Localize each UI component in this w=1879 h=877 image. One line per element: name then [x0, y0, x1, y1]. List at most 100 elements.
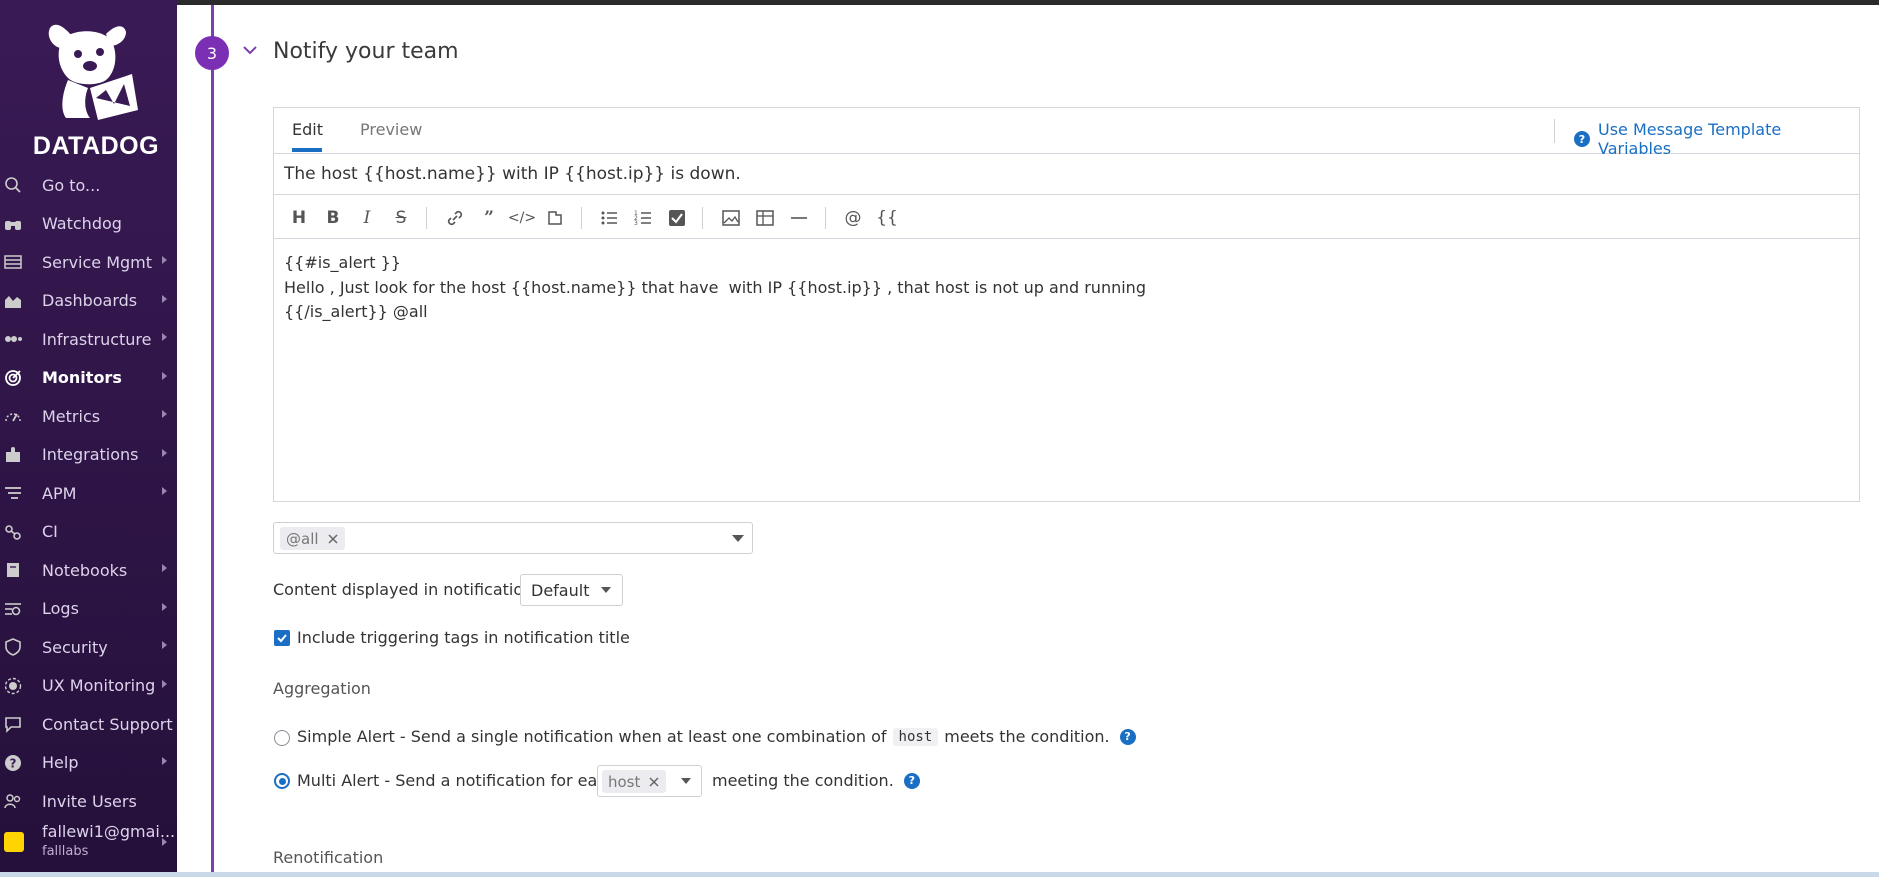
- chevron-right-icon: [162, 487, 167, 495]
- sidebar-item-label: Invite Users: [42, 791, 137, 811]
- image-icon[interactable]: [720, 207, 742, 229]
- sidebar-item-label: APM: [42, 483, 77, 503]
- toolbar-divider: [702, 207, 703, 229]
- user-org: falllabs: [42, 844, 89, 859]
- recipient-chip: @all: [280, 527, 345, 550]
- chevron-right-icon: [162, 564, 167, 572]
- active-tab-indicator: [292, 148, 322, 152]
- sidebar-item-apm[interactable]: APM: [0, 474, 177, 513]
- content-display-select[interactable]: Default: [520, 574, 623, 606]
- horizontal-rule-icon[interactable]: [788, 207, 810, 229]
- numbered-list-icon[interactable]: 123: [632, 207, 654, 229]
- chevron-right-icon: [162, 756, 167, 765]
- italic-icon[interactable]: I: [356, 207, 378, 229]
- sidebar-item-service-mgmt[interactable]: Service Mgmt: [0, 243, 177, 282]
- chevron-right-icon: [162, 448, 167, 457]
- sidebar-item-label: Notebooks: [42, 560, 128, 580]
- sidebar-item-ux-monitoring[interactable]: UX Monitoring: [0, 667, 177, 706]
- close-icon[interactable]: [648, 776, 660, 788]
- bold-icon[interactable]: B: [322, 207, 344, 229]
- group-chip: host: [602, 770, 667, 793]
- sidebar-item-watchdog[interactable]: Watchdog: [0, 205, 177, 244]
- chevron-right-icon: [162, 410, 167, 418]
- help-circle-icon[interactable]: ?: [903, 772, 920, 789]
- sidebar-item-integrations[interactable]: Integrations: [0, 436, 177, 475]
- template-variable-icon[interactable]: {{: [876, 207, 898, 229]
- recipient-chip-label: @all: [286, 529, 319, 548]
- puzzle-icon: [4, 446, 22, 464]
- notification-title-input[interactable]: The host {{host.name}} with IP {{host.ip…: [274, 154, 1859, 195]
- multi-alert-prefix: Multi Alert - Send a notification for ea…: [297, 771, 617, 790]
- include-tags-checkbox[interactable]: [274, 630, 290, 646]
- sidebar-item-label: Logs: [42, 599, 79, 619]
- sidebar-item-label: Dashboards: [42, 291, 138, 311]
- multi-alert-radio[interactable]: [274, 773, 290, 789]
- chevron-down-icon[interactable]: [732, 535, 744, 542]
- datadog-logo[interactable]: DATADOG: [14, 14, 164, 160]
- sidebar-item-notebooks[interactable]: Notebooks: [0, 551, 177, 590]
- divider: [1554, 119, 1555, 143]
- multi-alert-group-select[interactable]: host: [597, 765, 702, 797]
- binoculars-icon: [4, 215, 22, 233]
- code-icon[interactable]: </>: [508, 207, 536, 229]
- sidebar-item-goto[interactable]: Go to...: [0, 166, 177, 205]
- recipients-select[interactable]: @all: [273, 522, 753, 554]
- mention-icon[interactable]: @: [842, 207, 864, 229]
- multi-alert-suffix: meeting the condition.: [712, 771, 894, 790]
- checklist-icon[interactable]: [666, 207, 688, 229]
- sidebar-item-metrics[interactable]: Metrics: [0, 397, 177, 436]
- user-menu[interactable]: fallewi1@gmai... falllabs: [0, 820, 177, 870]
- quote-icon[interactable]: ”: [478, 207, 500, 229]
- logs-icon: [4, 600, 22, 618]
- renotification-heading: Renotification: [273, 848, 384, 867]
- template-variables-link[interactable]: ? Use Message Template Variables: [1574, 120, 1859, 158]
- sidebar-item-help[interactable]: ? Help: [0, 744, 177, 783]
- code-block-icon[interactable]: [544, 207, 566, 229]
- help-circle-icon[interactable]: ?: [1119, 728, 1136, 745]
- check-icon: [277, 634, 287, 643]
- include-tags-label: Include triggering tags in notification …: [297, 628, 630, 647]
- bullet-list-icon[interactable]: [598, 207, 620, 229]
- sidebar-nav: Go to... Watchdog Service Mgmt Dashboard…: [0, 166, 177, 821]
- strikethrough-icon[interactable]: S: [390, 207, 412, 229]
- logo-text: DATADOG: [32, 132, 160, 160]
- body-line: Hello , Just look for the host {{host.na…: [284, 277, 1146, 297]
- dog-logo-icon: [48, 24, 138, 120]
- sidebar-item-label: Integrations: [42, 445, 139, 465]
- link-icon[interactable]: [444, 207, 466, 229]
- users-icon: [4, 792, 22, 810]
- sidebar-item-label: Security: [42, 637, 108, 657]
- tab-edit[interactable]: Edit: [292, 120, 323, 139]
- simple-alert-label: Simple Alert - Send a single notificatio…: [297, 727, 1136, 746]
- table-icon[interactable]: [754, 207, 776, 229]
- sidebar-item-monitors[interactable]: Monitors: [0, 359, 177, 398]
- sidebar-item-infrastructure[interactable]: Infrastructure: [0, 320, 177, 359]
- chevron-down-icon: [681, 778, 691, 784]
- shield-icon: [4, 638, 22, 656]
- user-email: fallewi1@gmai...: [42, 822, 176, 841]
- simple-alert-radio[interactable]: [274, 730, 290, 746]
- chevron-down-icon[interactable]: [242, 44, 258, 56]
- sidebar-item-invite-users[interactable]: Invite Users: [0, 782, 177, 821]
- sidebar: DATADOG Go to... Watchdog Service Mgmt D…: [0, 0, 177, 877]
- toolbar-divider: [825, 207, 826, 229]
- sidebar-item-label: UX Monitoring: [42, 676, 156, 696]
- content-display-value: Default: [531, 581, 590, 600]
- chevron-right-icon: [162, 838, 167, 846]
- template-variables-label: Use Message Template Variables: [1597, 120, 1782, 158]
- help-circle-icon: ?: [1574, 131, 1590, 147]
- group-chip-label: host: [608, 772, 641, 791]
- message-body-textarea[interactable]: {{#is_alert }} Hello , Just look for the …: [284, 251, 1146, 325]
- sidebar-item-dashboards[interactable]: Dashboards: [0, 282, 177, 321]
- infrastructure-icon: [4, 330, 22, 348]
- ci-icon: [4, 523, 22, 541]
- sidebar-item-security[interactable]: Security: [0, 628, 177, 667]
- sidebar-item-ci[interactable]: CI: [0, 513, 177, 552]
- sidebar-item-label: CI: [42, 522, 58, 542]
- tab-preview[interactable]: Preview: [360, 120, 422, 139]
- sidebar-item-label: Infrastructure: [42, 329, 152, 349]
- heading-icon[interactable]: H: [288, 207, 310, 229]
- sidebar-item-contact-support[interactable]: Contact Support: [0, 705, 177, 744]
- close-icon[interactable]: [327, 533, 339, 545]
- sidebar-item-logs[interactable]: Logs: [0, 590, 177, 629]
